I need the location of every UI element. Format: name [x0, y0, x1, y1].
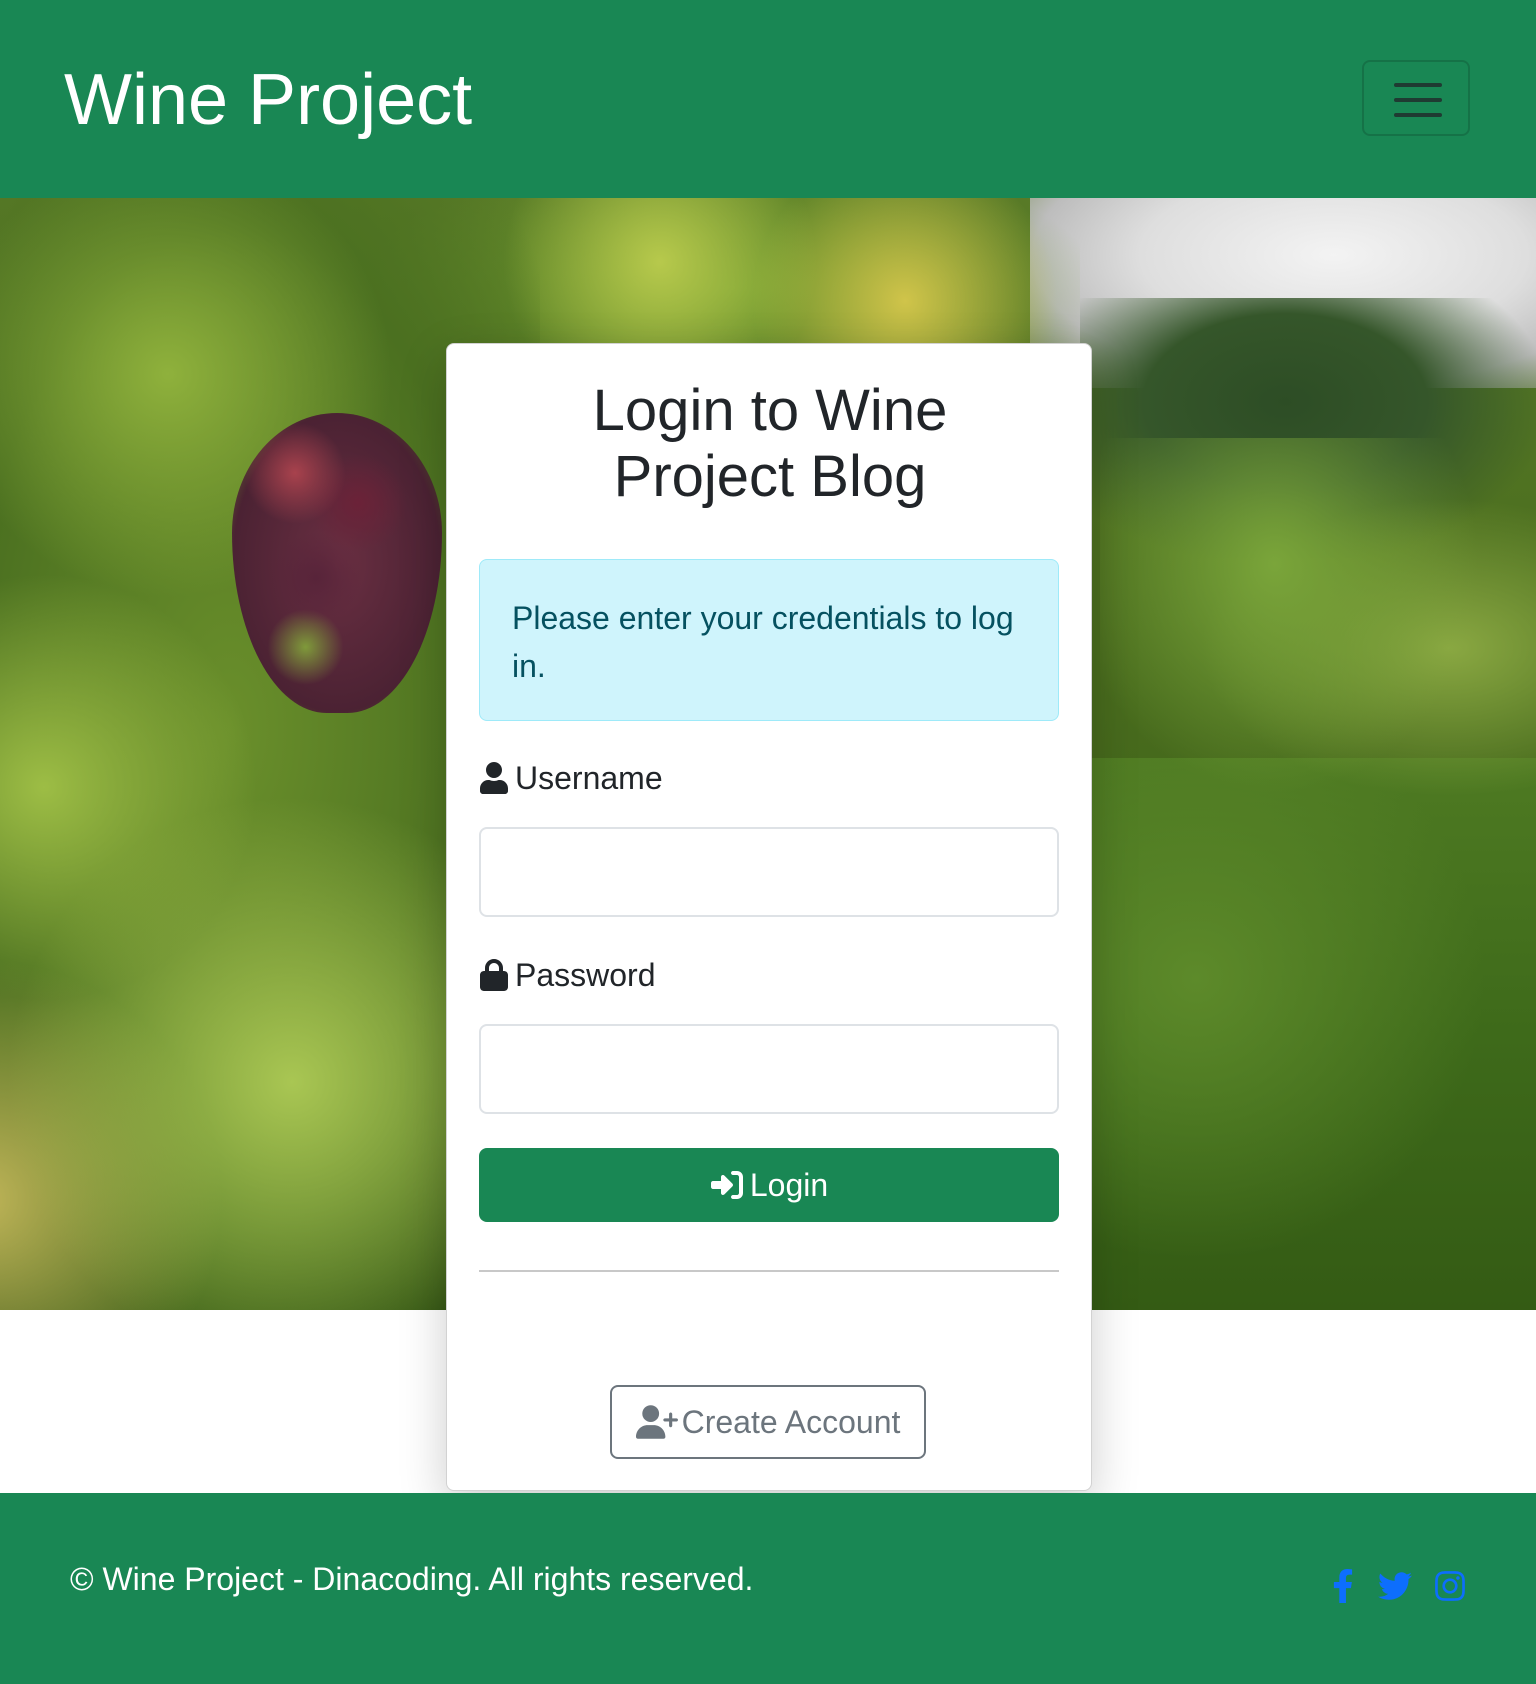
user-icon	[480, 762, 508, 794]
login-button[interactable]: Login	[479, 1148, 1059, 1222]
sign-in-icon	[710, 1171, 743, 1199]
divider	[479, 1270, 1059, 1272]
navbar: Wine Project	[0, 0, 1536, 198]
password-label-text: Password	[515, 957, 656, 993]
twitter-link[interactable]	[1378, 1569, 1412, 1603]
lock-icon	[480, 959, 508, 991]
username-label-text: Username	[515, 760, 663, 796]
login-card: Login to Wine Project Blog Please enter …	[446, 343, 1092, 1491]
credentials-alert: Please enter your credentials to log in.	[479, 559, 1059, 721]
login-button-label: Login	[749, 1166, 829, 1203]
login-title-line2: Project Blog	[613, 444, 927, 509]
login-title-line1: Login to Wine	[592, 378, 948, 443]
twitter-icon	[1378, 1572, 1412, 1600]
facebook-link[interactable]	[1326, 1569, 1360, 1603]
copyright-text: © Wine Project - Dinacoding. All rights …	[70, 1561, 754, 1597]
login-title: Login to Wine Project Blog	[447, 378, 1093, 510]
footer: © Wine Project - Dinacoding. All rights …	[0, 1493, 1536, 1684]
create-account-label: Create Account	[681, 1403, 901, 1440]
instagram-link[interactable]	[1433, 1569, 1467, 1603]
hamburger-menu-icon	[1394, 83, 1442, 117]
navbar-toggler-button[interactable]	[1362, 60, 1470, 136]
navbar-brand[interactable]: Wine Project	[64, 58, 472, 142]
password-input[interactable]	[479, 1024, 1059, 1114]
password-label: Password	[479, 955, 656, 995]
create-account-button[interactable]: Create Account	[610, 1385, 926, 1459]
username-label: Username	[479, 758, 663, 798]
facebook-icon	[1333, 1569, 1353, 1603]
instagram-icon	[1435, 1571, 1465, 1601]
username-input[interactable]	[479, 827, 1059, 917]
user-plus-icon	[635, 1405, 678, 1439]
